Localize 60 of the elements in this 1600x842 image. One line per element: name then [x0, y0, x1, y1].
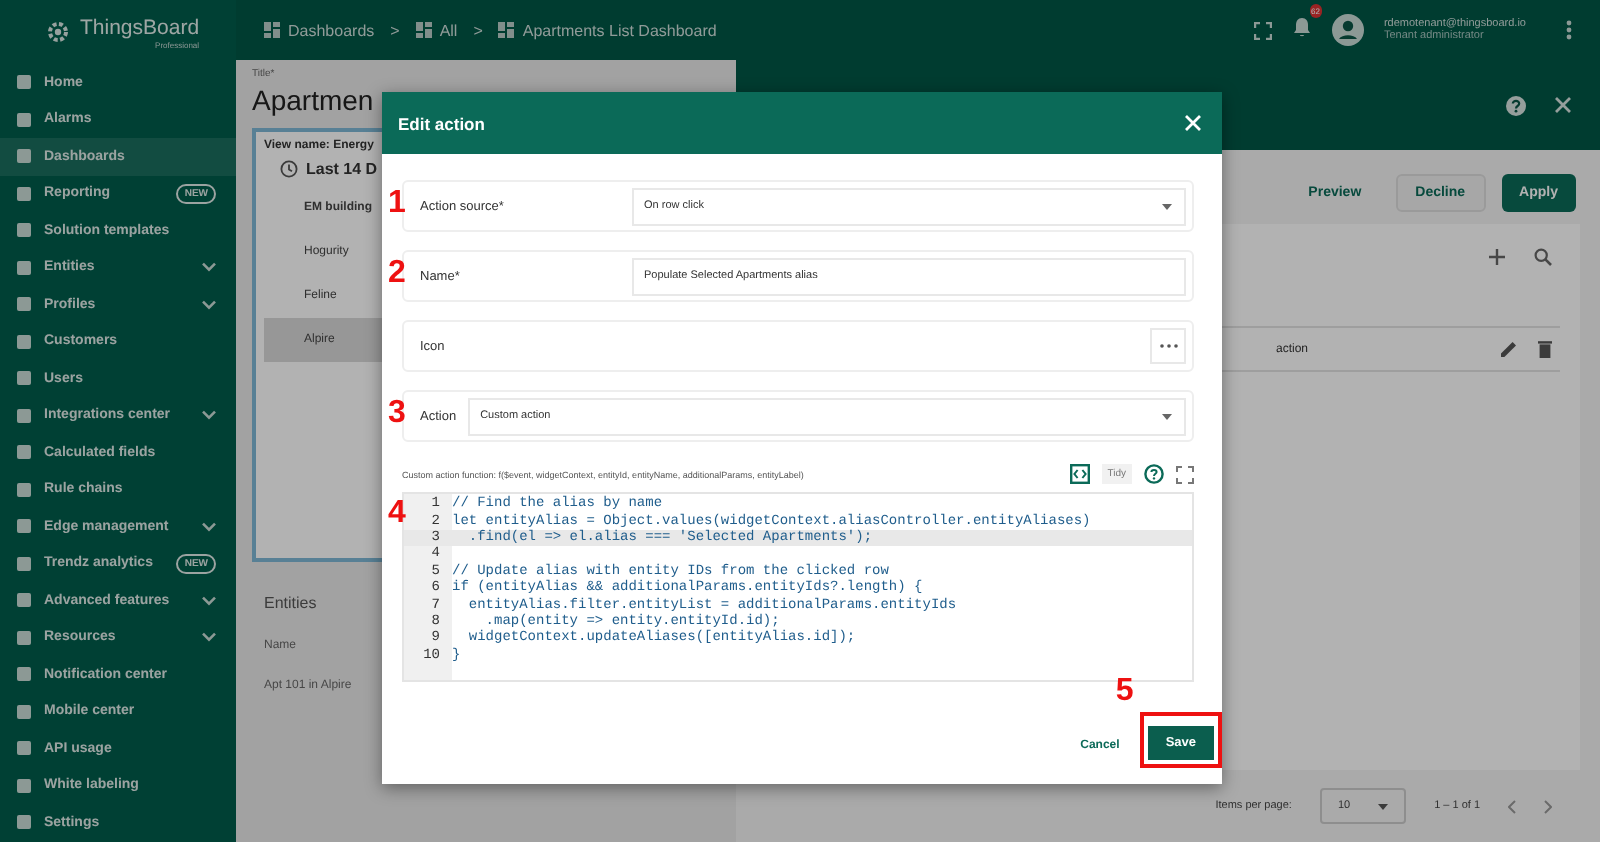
breadcrumb-link[interactable]: Dashboards — [264, 21, 375, 39]
dashboard-title: Apartmen — [252, 84, 374, 116]
dropdown-arrow-icon — [1162, 413, 1172, 419]
square-icon — [16, 296, 32, 313]
step-number: 1 — [388, 188, 406, 220]
square-icon — [16, 259, 32, 276]
close-icon[interactable] — [1554, 96, 1572, 114]
square-icon — [16, 703, 32, 720]
more-vertical-icon[interactable] — [1566, 20, 1572, 40]
square-icon — [16, 148, 32, 165]
breadcrumb-separator: > — [390, 21, 400, 39]
square-icon — [16, 592, 32, 609]
square-icon — [16, 518, 32, 535]
dialog-title: Edit action — [398, 113, 485, 133]
chevron-right-icon[interactable] — [1544, 799, 1552, 813]
square-icon — [16, 370, 32, 387]
square-icon — [16, 666, 32, 683]
more-button[interactable] — [1150, 328, 1186, 364]
dashboard-icon — [415, 22, 432, 38]
square-icon — [16, 555, 32, 572]
chevron-left-icon[interactable] — [1508, 799, 1516, 813]
dropdown-arrow-icon — [1378, 803, 1389, 809]
square-icon — [16, 111, 32, 128]
bell-icon[interactable] — [1291, 16, 1312, 38]
square-icon — [16, 481, 32, 498]
plus-icon[interactable] — [1488, 248, 1506, 266]
trash-icon[interactable] — [1538, 340, 1552, 358]
search-icon[interactable] — [1534, 248, 1552, 266]
step-number: 5 — [1115, 676, 1134, 708]
square-icon — [16, 222, 32, 239]
code-editor[interactable] — [402, 492, 1194, 682]
square-icon — [16, 407, 32, 424]
square-icon — [16, 444, 32, 461]
square-icon — [16, 814, 32, 831]
dashboard-icon — [264, 22, 280, 38]
square-icon — [16, 333, 32, 350]
logo-text: ThingsBoard — [80, 15, 200, 39]
square-icon — [16, 629, 32, 646]
widget-title: Entities — [264, 594, 317, 612]
fullscreen-icon[interactable] — [1176, 465, 1194, 483]
step-number: 2 — [388, 258, 406, 290]
code-icon[interactable] — [1069, 464, 1090, 484]
step-number: 3 — [388, 398, 406, 430]
breadcrumb-separator: > — [473, 21, 483, 39]
time-window[interactable]: Last 14 D — [306, 160, 378, 178]
dashboard-icon — [498, 22, 515, 38]
help-icon[interactable] — [1506, 95, 1526, 115]
gear-logo-icon — [44, 18, 72, 46]
square-icon — [16, 185, 32, 202]
dropdown-arrow-icon — [1162, 203, 1172, 209]
breadcrumb-link[interactable]: Apartments List Dashboard — [498, 21, 717, 39]
help-icon[interactable] — [1144, 464, 1164, 484]
user-avatar-icon[interactable] — [1331, 14, 1364, 46]
square-icon — [16, 777, 32, 794]
step-number: 4 — [388, 498, 406, 530]
clock-icon — [280, 160, 298, 178]
breadcrumb-link[interactable]: All — [415, 21, 458, 39]
square-icon — [16, 74, 32, 91]
square-icon — [16, 740, 32, 757]
pencil-icon[interactable] — [1500, 340, 1518, 358]
